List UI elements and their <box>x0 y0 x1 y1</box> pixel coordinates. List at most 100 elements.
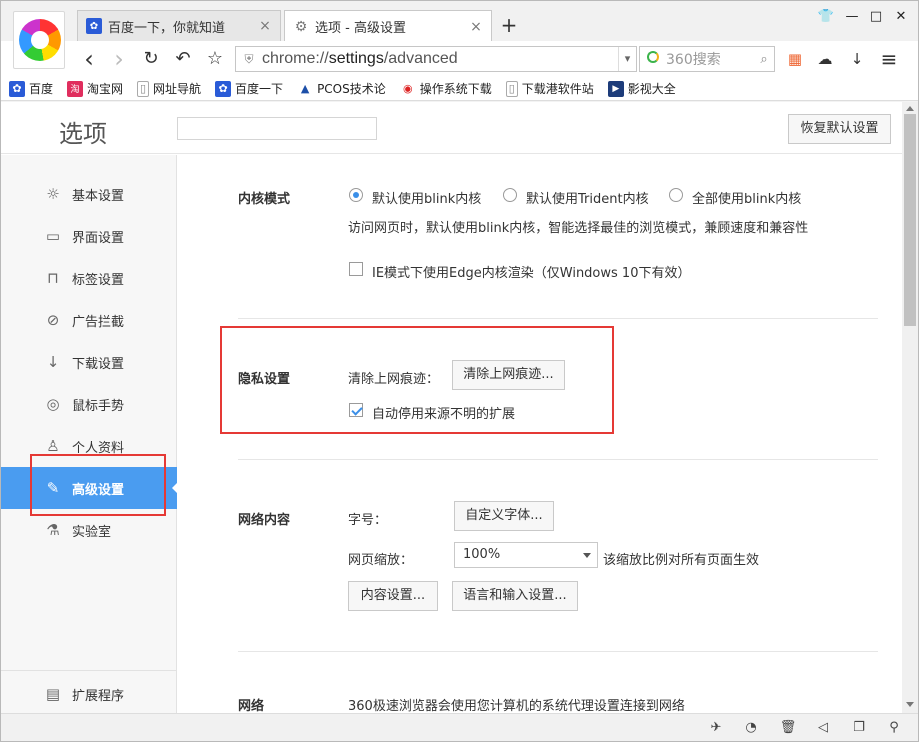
paw-icon: ✿ <box>86 18 102 34</box>
bookmark-nav[interactable]: ▯ 网址导航 <box>137 80 201 97</box>
sidebar-item-label: 下载设置 <box>72 356 125 372</box>
sidebar-item-label: 广告拦截 <box>72 314 125 330</box>
bookmark-label: 操作系统下载 <box>419 82 492 96</box>
extension-icon: ▤ <box>45 685 61 703</box>
settings-header: 选项 恢复默认设置 <box>1 102 902 154</box>
flask-icon: ⚗ <box>46 521 60 539</box>
apps-icon[interactable]: ▦ <box>783 47 807 71</box>
settings-content: 内核模式 默认使用blink内核 默认使用Trident内核 全部使用blink… <box>178 155 902 713</box>
zoom-note: 该缩放比例对所有页面生效 <box>603 553 760 568</box>
bookmark-baidu-search[interactable]: ✿ 百度一下 <box>215 80 283 97</box>
shield-icon: ⛨ <box>244 51 254 66</box>
bookmark-os-download[interactable]: ◉ 操作系统下载 <box>400 80 492 97</box>
maximize-button[interactable]: □ <box>865 7 887 27</box>
sidebar-item-label: 标签设置 <box>72 272 125 288</box>
cloud-icon[interactable]: ☁ <box>813 47 837 71</box>
sidebar-item-interface[interactable]: ▭ 界面设置 <box>1 215 177 257</box>
sidebar-item-download[interactable]: ↓ 下载设置 <box>1 341 177 383</box>
settings-sidebar: ☼ 基本设置 ▭ 界面设置 ⊓ 标签设置 ⊘ 广告拦截 ↓ 下载设置 ◎ 鼠标手势 ♙ 个人资… <box>1 155 178 713</box>
bookmark-label: 淘宝网 <box>87 82 124 96</box>
bookmark-pcos[interactable]: ▲ PCOS技术论 <box>297 80 386 97</box>
radio-blink-default[interactable] <box>349 188 363 202</box>
font-size-label: 字号： <box>348 513 388 528</box>
radio-blink-all[interactable] <box>669 188 683 202</box>
gear-icon: ⚙ <box>294 18 308 35</box>
bookmark-label: 影视大全 <box>627 82 676 96</box>
search-icon[interactable]: ⌕ <box>754 52 774 67</box>
search-placeholder[interactable]: 360搜索 <box>666 49 754 69</box>
section-divider <box>238 318 878 319</box>
tab-title: 百度一下，你就知道 <box>108 20 226 36</box>
laptop-icon: ⊓ <box>47 269 59 287</box>
language-input-button[interactable]: 语言和输入设置... <box>452 581 578 611</box>
scrollbar[interactable] <box>902 102 918 713</box>
browser-logo[interactable] <box>13 11 65 69</box>
trash-icon[interactable]: 🗑 <box>779 719 797 737</box>
os-icon: ◉ <box>402 82 413 95</box>
kernel-description: 访问网页时，默认使用blink内核，智能选择最佳的浏览模式，兼顾速度和兼容性 <box>348 221 809 236</box>
reset-defaults-button[interactable]: 恢复默认设置 <box>788 114 891 144</box>
close-icon[interactable]: × <box>258 18 272 34</box>
bookmark-label: 网址导航 <box>153 82 202 96</box>
pin-icon[interactable]: ✈ <box>707 719 725 737</box>
network-label: 网络 <box>238 699 265 713</box>
tab-baidu[interactable]: ✿ 百度一下，你就知道 × <box>77 10 281 41</box>
minimize-button[interactable]: — <box>841 7 863 27</box>
sidebar-item-basic[interactable]: ☼ 基本设置 <box>1 173 177 215</box>
tab-settings-advanced[interactable]: ⚙ 选项 - 高级设置 × <box>284 10 492 42</box>
content-settings-button[interactable]: 内容设置... <box>348 581 438 611</box>
reload-button[interactable]: ↻ <box>139 47 163 71</box>
settings-search-input[interactable] <box>177 117 377 140</box>
chevron-down-icon[interactable]: ▾ <box>618 47 636 71</box>
bookmark-film[interactable]: ▶ 影视大全 <box>607 80 676 97</box>
sidebar-item-tabs[interactable]: ⊓ 标签设置 <box>1 257 177 299</box>
favorite-button[interactable]: ☆ <box>203 47 227 71</box>
advanced-highlight-box <box>30 454 166 516</box>
undo-close-button[interactable]: ↶ <box>171 47 195 71</box>
window-icon[interactable]: ❐ <box>850 719 868 737</box>
page-icon: ▯ <box>505 80 518 97</box>
logo-ring <box>19 19 61 61</box>
sidebar-item-mouse-gesture[interactable]: ◎ 鼠标手势 <box>1 383 177 425</box>
address-bar[interactable]: ⛨ chrome://settings/advanced ▾ <box>235 46 637 72</box>
paw-icon: ✿ <box>215 80 232 97</box>
bookmark-label: 下载港软件站 <box>521 82 594 96</box>
zoom-icon[interactable]: ⚲ <box>885 719 903 737</box>
sidebar-item-adblock[interactable]: ⊘ 广告拦截 <box>1 299 177 341</box>
settings-page: 选项 恢复默认设置 ☼ 基本设置 ▭ 界面设置 ⊓ 标签设置 ⊘ 广告拦截 ↓ 下载设置 … <box>1 102 902 713</box>
compass-icon[interactable]: ◔ <box>742 719 760 737</box>
menu-icon[interactable]: ≡ <box>877 47 901 71</box>
radio-trident-default[interactable] <box>503 188 517 202</box>
radio-label: 全部使用blink内核 <box>692 192 802 207</box>
speaker-icon[interactable]: ◁ <box>814 719 832 737</box>
ie-edge-label: IE模式下使用Edge内核渲染（仅Windows 10下有效） <box>372 266 691 281</box>
taobao-icon: 淘 <box>67 80 84 97</box>
zoom-value: 100% <box>463 547 501 562</box>
bookmark-xiazaigang[interactable]: ▯ 下载港软件站 <box>505 80 594 97</box>
back-button[interactable]: ‹ <box>77 47 101 71</box>
scrollbar-thumb[interactable] <box>904 114 916 326</box>
scroll-down-icon[interactable] <box>906 702 914 707</box>
forward-button[interactable]: › <box>107 47 131 71</box>
custom-font-button[interactable]: 自定义字体... <box>454 501 554 531</box>
sidebar-item-extensions[interactable]: ▤ 扩展程序 <box>1 673 177 713</box>
pcos-icon: ▲ <box>300 82 310 95</box>
bookmark-label: PCOS技术论 <box>317 82 386 96</box>
scroll-up-icon[interactable] <box>906 106 914 111</box>
download-icon[interactable]: ↓ <box>845 47 869 71</box>
search-box[interactable]: 360搜索 ⌕ <box>639 46 775 72</box>
new-tab-button[interactable]: + <box>499 14 519 36</box>
close-icon[interactable]: × <box>469 19 483 35</box>
skin-icon[interactable]: 👕 <box>815 7 837 27</box>
bookmark-taobao[interactable]: 淘淘宝网 <box>67 80 123 97</box>
bookmark-baidu[interactable]: ✿ 百度 <box>9 80 53 97</box>
ie-edge-checkbox[interactable] <box>349 262 363 276</box>
sun-icon: ☼ <box>46 185 60 203</box>
zoom-select[interactable]: 100% <box>454 542 598 568</box>
url-text[interactable]: chrome://settings/advanced <box>262 50 618 68</box>
status-bar: ✈ ◔ 🗑 ◁ ❐ ⚲ <box>1 713 918 741</box>
close-window-button[interactable]: ✕ <box>890 7 912 27</box>
tab-title: 选项 - 高级设置 <box>315 21 406 36</box>
paw-icon: ✿ <box>9 80 25 97</box>
radio-label: 默认使用blink内核 <box>372 192 482 207</box>
